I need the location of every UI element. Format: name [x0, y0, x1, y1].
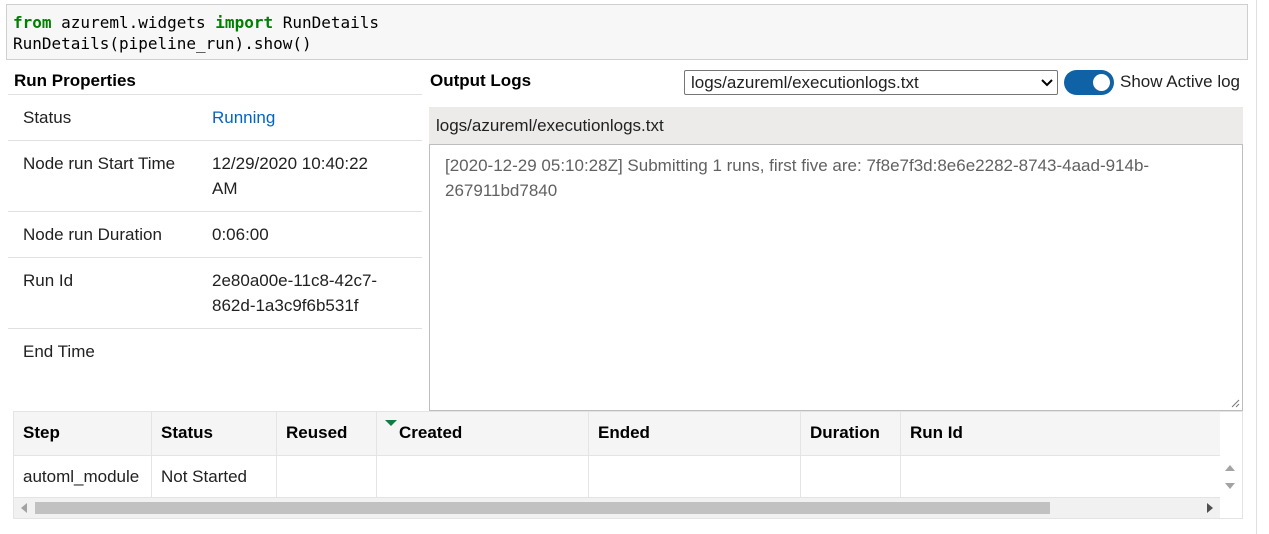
code-cell[interactable]: from azureml.widgets import RunDetails R… [6, 4, 1248, 60]
prop-key: Status [23, 108, 72, 127]
cell-status: Not Started [152, 456, 277, 497]
chevron-down-icon [1041, 71, 1053, 94]
code-line-2: RunDetails(pipeline_run).show() [13, 34, 312, 53]
keyword-import: import [215, 13, 274, 32]
divider [1256, 0, 1257, 534]
show-active-log-label: Show Active log [1120, 72, 1241, 91]
log-file-select-value: logs/azureml/executionlogs.txt [691, 73, 919, 92]
cell-created [377, 456, 589, 497]
show-active-log-toggle[interactable] [1064, 70, 1114, 95]
keyword-from: from [13, 13, 52, 32]
log-text: [2020-12-29 05:10:28Z] Submitting 1 runs… [445, 156, 1150, 200]
code-import-name: RunDetails [273, 13, 380, 32]
scroll-up-icon[interactable] [1225, 465, 1235, 471]
cell-step: automl_module [14, 456, 152, 497]
column-header-created[interactable]: Created [377, 412, 589, 455]
sort-desc-icon [385, 420, 397, 426]
toggle-knob [1093, 74, 1110, 91]
column-header-step[interactable]: Step [14, 412, 152, 455]
horizontal-scrollbar-thumb[interactable] [35, 502, 1050, 514]
status-value: Running [212, 108, 276, 127]
code-module: azureml.widgets [51, 13, 216, 32]
scroll-right-icon[interactable] [1207, 503, 1213, 513]
column-header-reused[interactable]: Reused [277, 412, 377, 455]
column-header-run-id[interactable]: Run Id [901, 412, 1220, 455]
prop-value: 12/29/2020 10:40:22 AM [212, 154, 368, 198]
prop-value: 0:06:00 [212, 225, 269, 244]
prop-row-duration: Node run Duration 0:06:00 [8, 212, 422, 258]
cell-reused [277, 456, 377, 497]
vertical-scrollbar[interactable] [1220, 456, 1242, 498]
steps-table: Step Status Reused Created Ended Duratio… [13, 411, 1243, 519]
cell-run-id [901, 456, 1220, 497]
prop-row-status: Status Running [8, 95, 422, 141]
horizontal-scrollbar[interactable] [14, 498, 1220, 518]
column-header-duration[interactable]: Duration [801, 412, 901, 455]
column-header-created-label: Created [399, 423, 463, 442]
cell-ended [589, 456, 801, 497]
table-row[interactable]: automl_module Not Started [14, 456, 1220, 498]
prop-row-run-id: Run Id 2e80a00e-11c8-42c7-862d-1a3c9f6b5… [8, 258, 422, 329]
prop-key: Run Id [23, 271, 74, 290]
run-properties-title: Run Properties [14, 71, 136, 90]
prop-row-start-time: Node run Start Time 12/29/2020 10:40:22 … [8, 141, 422, 212]
prop-value [212, 329, 382, 375]
scroll-down-icon[interactable] [1225, 483, 1235, 489]
notebook-cell-output: from azureml.widgets import RunDetails R… [0, 0, 1269, 534]
prop-value: 2e80a00e-11c8-42c7-862d-1a3c9f6b531f [212, 271, 378, 315]
column-header-ended[interactable]: Ended [589, 412, 801, 455]
prop-row-end-time: End Time [8, 329, 422, 375]
steps-table-header: Step Status Reused Created Ended Duratio… [14, 412, 1220, 456]
log-header: logs/azureml/executionlogs.txt [429, 107, 1243, 144]
column-header-status[interactable]: Status [152, 412, 277, 455]
log-file-select[interactable]: logs/azureml/executionlogs.txt [684, 70, 1058, 95]
resize-grip-icon[interactable] [1230, 398, 1240, 408]
cell-duration [801, 456, 901, 497]
log-output-textarea[interactable]: [2020-12-29 05:10:28Z] Submitting 1 runs… [429, 144, 1243, 411]
prop-key: Node run Start Time [23, 154, 176, 173]
output-logs-title: Output Logs [430, 71, 532, 90]
prop-key: Node run Duration [23, 225, 162, 244]
scroll-left-icon[interactable] [21, 503, 27, 513]
run-properties-table: Status Running Node run Start Time 12/29… [8, 94, 422, 375]
prop-key: End Time [23, 342, 95, 361]
